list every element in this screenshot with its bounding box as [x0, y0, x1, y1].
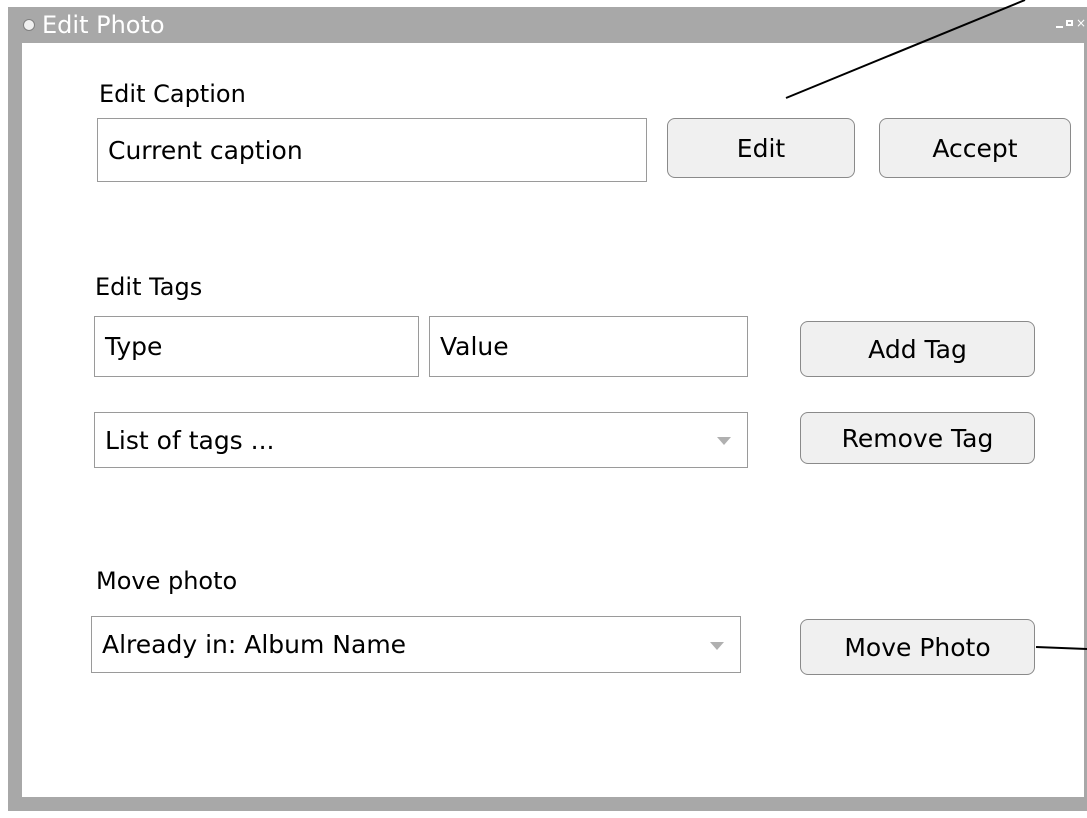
- move-photo-heading: Move photo: [96, 567, 238, 595]
- maximize-icon[interactable]: [1065, 20, 1073, 26]
- move-photo-button[interactable]: Move Photo: [800, 619, 1035, 675]
- chevron-down-icon: [710, 641, 724, 650]
- window-title: Edit Photo: [42, 11, 165, 39]
- edit-caption-button[interactable]: Edit: [667, 118, 855, 178]
- edit-tags-heading: Edit Tags: [95, 273, 203, 301]
- album-dropdown[interactable]: Already in: Album Name: [91, 616, 741, 673]
- chevron-down-icon: [717, 437, 731, 445]
- title-bar[interactable]: Edit Photo ×: [8, 7, 1087, 43]
- caption-input[interactable]: Current caption: [97, 118, 647, 182]
- caption-input-value: Current caption: [108, 135, 303, 165]
- remove-tag-button[interactable]: Remove Tag: [800, 412, 1035, 464]
- minimize-icon[interactable]: [1055, 25, 1063, 28]
- edit-caption-heading: Edit Caption: [99, 80, 246, 108]
- tag-list-selected: List of tags ...: [105, 425, 275, 455]
- window-controls: ×: [1055, 17, 1086, 29]
- tag-value-input-value: Value: [440, 332, 509, 361]
- tag-type-input[interactable]: Type: [94, 316, 419, 377]
- tag-value-input[interactable]: Value: [429, 316, 748, 377]
- tag-type-input-value: Type: [105, 332, 163, 361]
- add-tag-button[interactable]: Add Tag: [800, 321, 1035, 377]
- window-menu-icon[interactable]: [23, 19, 35, 31]
- tag-list-dropdown[interactable]: List of tags ...: [94, 412, 748, 468]
- accept-caption-button[interactable]: Accept: [879, 118, 1071, 178]
- close-icon[interactable]: ×: [1076, 17, 1086, 29]
- album-selected: Already in: Album Name: [102, 630, 407, 659]
